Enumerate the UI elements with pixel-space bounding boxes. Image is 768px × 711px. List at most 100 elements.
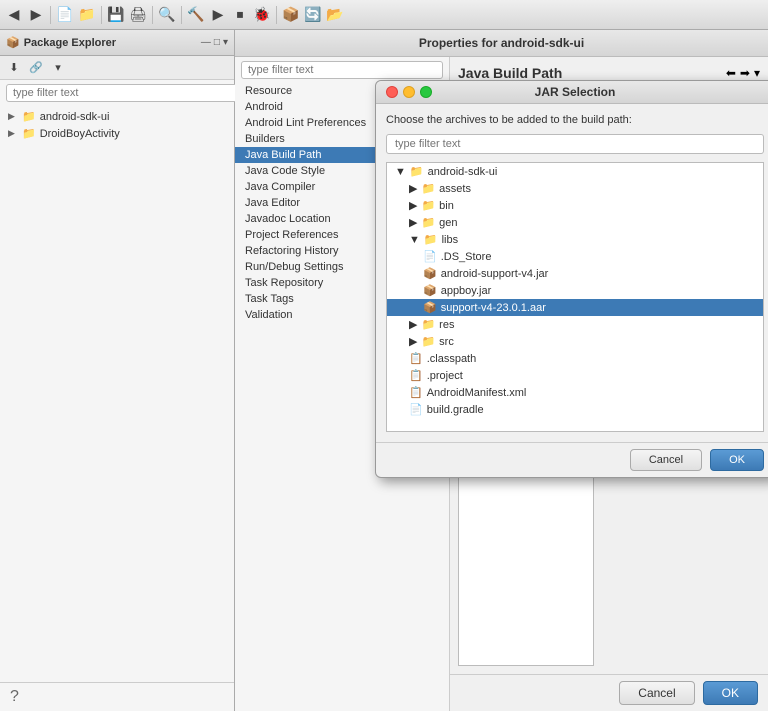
- package-filter-input[interactable]: [6, 84, 240, 102]
- collapse-icon[interactable]: ⬇: [4, 58, 24, 78]
- main-area: 📦 Package Explorer — □ ▾ ⬇ 🔗 ▾ ▶ 📁 andro…: [0, 30, 768, 711]
- toolbar-sep-2: [101, 6, 102, 24]
- maximize-btn[interactable]: □: [214, 37, 220, 48]
- minimize-button[interactable]: [403, 86, 415, 98]
- expand-icon: ▶: [409, 318, 417, 331]
- modal-description: Choose the archives to be added to the b…: [386, 114, 764, 126]
- modal-tree-item-classpath[interactable]: 📋 .classpath: [387, 350, 763, 367]
- toolbar-sep-5: [276, 6, 277, 24]
- file-icon: 📄: [409, 403, 423, 416]
- modal-tree-item-support-v4[interactable]: 📦 android-support-v4.jar: [387, 265, 763, 282]
- modal-tree-item-gen[interactable]: ▶ 📁 gen: [387, 214, 763, 231]
- nav-forward-icon[interactable]: ➡: [740, 66, 750, 80]
- ok-button[interactable]: OK: [703, 681, 758, 705]
- expand-icon: ▶: [409, 335, 417, 348]
- toolbar-sep-1: [50, 6, 51, 24]
- prop-content-title: Java Build Path: [458, 65, 562, 81]
- back-icon[interactable]: ◀: [4, 5, 24, 25]
- chevron-down-icon[interactable]: ▾: [223, 37, 228, 48]
- maximize-button[interactable]: [420, 86, 432, 98]
- file-icon: 📄: [423, 250, 437, 263]
- modal-tree-item-dsstore[interactable]: 📄 .DS_Store: [387, 248, 763, 265]
- package-explorer-panel: 📦 Package Explorer — □ ▾ ⬇ 🔗 ▾ ▶ 📁 andro…: [0, 30, 235, 711]
- package-tree: ▶ 📁 android-sdk-ui ▶ 📁 DroidBoyActivity: [0, 106, 234, 682]
- modal-tree-item-project[interactable]: 📋 .project: [387, 367, 763, 384]
- modal-tree-item-appboy[interactable]: 📦 appboy.jar: [387, 282, 763, 299]
- modal-tree-item-res[interactable]: ▶ 📁 res: [387, 316, 763, 333]
- modal-tree-item-root[interactable]: ▼ 📁 android-sdk-ui: [387, 163, 763, 180]
- folder-icon: 📁: [421, 318, 435, 331]
- project-icon: 📁: [22, 110, 36, 123]
- link-icon[interactable]: 🔗: [26, 58, 46, 78]
- modal-tree-item-aar[interactable]: 📦 support-v4-23.0.1.aar: [387, 299, 763, 316]
- modal-tree-item-bin[interactable]: ▶ 📁 bin: [387, 197, 763, 214]
- save-icon[interactable]: 💾: [106, 5, 126, 25]
- xml-icon: 📋: [409, 386, 423, 399]
- package-explorer-header: 📦 Package Explorer — □ ▾: [0, 30, 234, 56]
- close-button[interactable]: [386, 86, 398, 98]
- folder-icon: 📁: [421, 216, 435, 229]
- open-icon[interactable]: 📂: [325, 5, 345, 25]
- forward-icon[interactable]: ▶: [26, 5, 46, 25]
- prop-header-icons: ⬅ ➡ ▾: [726, 66, 760, 80]
- jar-icon: 📦: [423, 267, 437, 280]
- project-icon: 📁: [22, 127, 36, 140]
- expand-icon: ▶: [8, 111, 18, 122]
- main-toolbar: ◀ ▶ 📄 📁 💾 🖨 🔍 🔨 ▶ ⏹ 🐞 📦 🔄 📂: [0, 0, 768, 30]
- modal-tree-item-assets[interactable]: ▶ 📁 assets: [387, 180, 763, 197]
- modal-tree-item-libs[interactable]: ▼ 📁 libs: [387, 231, 763, 248]
- expand-icon: ▼: [395, 166, 406, 178]
- debug-icon[interactable]: 🐞: [252, 5, 272, 25]
- panel-footer: ?: [0, 682, 234, 711]
- panel-controls: — □ ▾: [201, 37, 228, 48]
- tree-item-droidboy[interactable]: ▶ 📁 DroidBoyActivity: [0, 125, 234, 142]
- refresh-icon[interactable]: 🔄: [303, 5, 323, 25]
- modal-titlebar: JAR Selection: [376, 81, 768, 104]
- print-icon[interactable]: 🖨: [128, 5, 148, 25]
- package-icon[interactable]: 📦: [281, 5, 301, 25]
- search-icon[interactable]: 🔍: [157, 5, 177, 25]
- aar-icon: 📦: [423, 301, 437, 314]
- right-panel: Properties for android-sdk-ui Resource A…: [235, 30, 768, 711]
- modal-filter-input[interactable]: [386, 134, 764, 154]
- folder-icon: 📁: [424, 233, 438, 246]
- prop-content-header: Java Build Path ⬅ ➡ ▾: [458, 65, 760, 81]
- package-explorer-toolbar: ⬇ 🔗 ▾: [0, 56, 234, 80]
- stop-icon[interactable]: ⏹: [230, 5, 250, 25]
- modal-title: JAR Selection: [535, 85, 616, 99]
- modal-tree-item-src[interactable]: ▶ 📁 src: [387, 333, 763, 350]
- prop-dialog-footer: Cancel OK: [450, 674, 768, 711]
- modal-tree: ▼ 📁 android-sdk-ui ▶ 📁 assets ▶ 📁 b: [386, 162, 764, 432]
- xml-icon: 📋: [409, 352, 423, 365]
- more-icon[interactable]: ▾: [754, 66, 760, 80]
- package-explorer-title: 📦 Package Explorer: [6, 36, 116, 49]
- expand-icon: ▼: [409, 234, 420, 246]
- new-icon[interactable]: 📄: [55, 5, 75, 25]
- cancel-button[interactable]: Cancel: [619, 681, 694, 705]
- folder-icon: 📁: [421, 199, 435, 212]
- help-icon[interactable]: ?: [10, 688, 19, 706]
- modal-ok-button[interactable]: OK: [710, 449, 764, 471]
- modal-cancel-button[interactable]: Cancel: [630, 449, 702, 471]
- dialog-titlebar: Properties for android-sdk-ui: [235, 30, 768, 57]
- expand-icon: ▶: [409, 182, 417, 195]
- modal-tree-item-manifest[interactable]: 📋 AndroidManifest.xml: [387, 384, 763, 401]
- traffic-lights: [386, 86, 432, 98]
- tree-item-android-sdk-ui[interactable]: ▶ 📁 android-sdk-ui: [0, 108, 234, 125]
- run-icon[interactable]: ▶: [208, 5, 228, 25]
- minimize-btn[interactable]: —: [201, 37, 211, 48]
- package-icon: 📦: [6, 36, 20, 49]
- folder-icon: 📁: [421, 335, 435, 348]
- expand-icon: ▶: [409, 199, 417, 212]
- menu-icon[interactable]: ▾: [48, 58, 68, 78]
- modal-tree-item-gradle[interactable]: 📄 build.gradle: [387, 401, 763, 418]
- expand-icon: ▶: [409, 216, 417, 229]
- nav-filter-input[interactable]: [241, 61, 443, 79]
- jar-icon: 📦: [423, 284, 437, 297]
- modal-footer: Cancel OK: [376, 442, 768, 477]
- nav-back-icon[interactable]: ⬅: [726, 66, 736, 80]
- project-icon: 📁: [410, 165, 424, 178]
- build-icon[interactable]: 🔨: [186, 5, 206, 25]
- folder-icon[interactable]: 📁: [77, 5, 97, 25]
- folder-icon: 📁: [421, 182, 435, 195]
